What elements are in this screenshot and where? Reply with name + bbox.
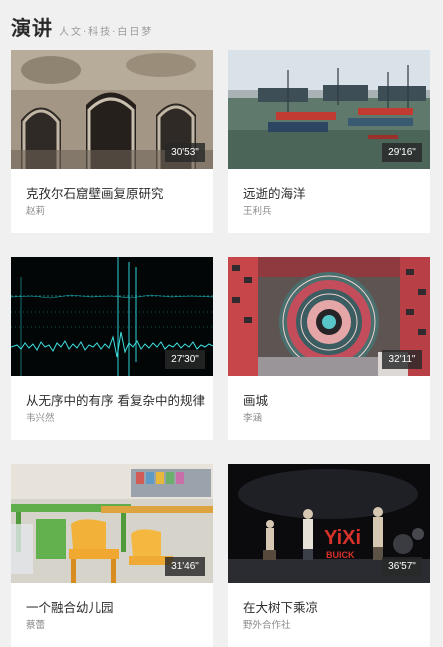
page-title: 演讲: [11, 16, 53, 40]
talk-thumbnail[interactable]: 27'30": [11, 257, 213, 376]
page-subtitle: 人文·科技·白日梦: [59, 27, 154, 38]
talk-thumbnail[interactable]: 30'53": [11, 50, 213, 169]
talk-author: 韦兴然: [26, 413, 55, 424]
stage-sponsor-text: BUICK: [326, 550, 355, 560]
talk-card-inclusive-kindergarten[interactable]: 31'46" 一个融合幼儿园 蔡蕾: [11, 464, 213, 647]
talk-title[interactable]: 一个融合幼儿园: [26, 597, 114, 616]
talk-title[interactable]: 从无序中的有序 看复杂中的规律: [26, 390, 205, 409]
talk-card-painting-city[interactable]: 32'11" 画城 李涵: [228, 257, 430, 440]
duration-badge: 29'16": [382, 143, 422, 162]
talk-title[interactable]: 远逝的海洋: [243, 183, 306, 202]
talk-title[interactable]: 克孜尔石窟壁画复原研究: [26, 183, 164, 202]
talk-title[interactable]: 画城: [243, 390, 268, 409]
talk-author: 王利兵: [243, 206, 272, 217]
talk-card-order-in-chaos[interactable]: 27'30" 从无序中的有序 看复杂中的规律 韦兴然: [11, 257, 213, 440]
talk-author: 野外合作社: [243, 620, 291, 631]
talk-thumbnail[interactable]: YiXi BUICK 36'57": [228, 464, 430, 583]
talk-thumbnail[interactable]: 32'11": [228, 257, 430, 376]
duration-badge: 27'30": [165, 350, 205, 369]
duration-badge: 30'53": [165, 143, 205, 162]
page-header: 演讲 人文·科技·白日梦: [11, 12, 153, 40]
stage-logo-text: YiXi: [324, 527, 361, 549]
talk-author: 李涵: [243, 413, 263, 424]
talk-title[interactable]: 在大树下乘凉: [243, 597, 318, 616]
talk-card-cave-murals[interactable]: 30'53" 克孜尔石窟壁画复原研究 赵莉: [11, 50, 213, 233]
duration-badge: 31'46": [165, 557, 205, 576]
talk-author: 赵莉: [26, 206, 46, 217]
talk-card-under-big-tree[interactable]: YiXi BUICK 36'57" 在大树下乘凉 野外合作社: [228, 464, 430, 647]
duration-badge: 36'57": [382, 557, 422, 576]
talk-card-distant-ocean[interactable]: 29'16" 远逝的海洋 王利兵: [228, 50, 430, 233]
talk-thumbnail[interactable]: 31'46": [11, 464, 213, 583]
duration-badge: 32'11": [382, 350, 422, 369]
talk-thumbnail[interactable]: 29'16": [228, 50, 430, 169]
talk-author: 蔡蕾: [26, 620, 46, 631]
